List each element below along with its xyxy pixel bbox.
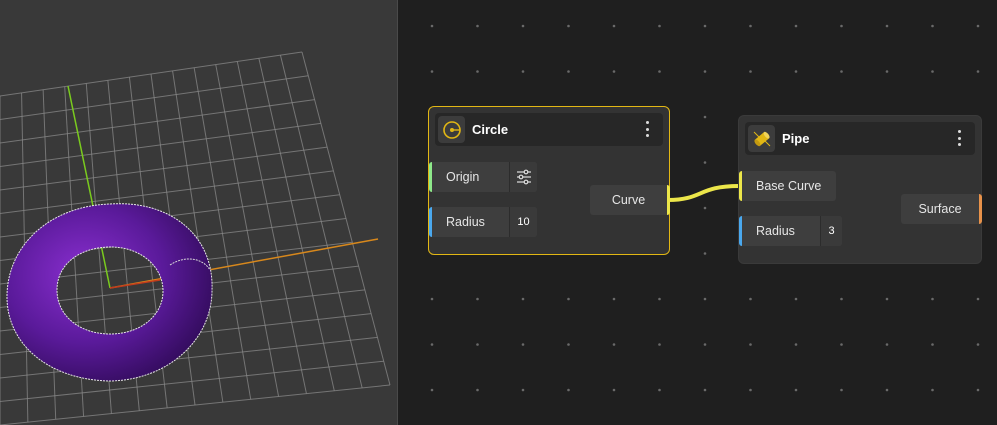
circle-node-title: Circle xyxy=(472,122,509,137)
pipe-icon xyxy=(748,125,775,152)
radius-value-field[interactable]: 10 xyxy=(509,207,537,237)
curve-output-label: Curve xyxy=(611,193,646,207)
grid-line xyxy=(193,67,252,400)
x-axis-negative-line xyxy=(109,279,161,289)
radius-input-label: Radius xyxy=(446,215,485,229)
grid-line xyxy=(0,384,391,425)
pipe-node-menu-button[interactable] xyxy=(953,128,965,148)
pipe-radius-value-field[interactable]: 3 xyxy=(820,216,842,246)
origin-input-port[interactable]: Origin xyxy=(429,162,537,192)
origin-input-label: Origin xyxy=(446,170,480,184)
base-curve-input-port[interactable]: Base Curve xyxy=(739,171,836,201)
grid-line xyxy=(258,58,335,391)
curve-to-base-curve-wire xyxy=(667,184,740,202)
curve-output-port[interactable]: Curve xyxy=(590,185,670,215)
grid-line xyxy=(301,51,391,386)
torus-mesh xyxy=(6,203,213,382)
grid-line xyxy=(236,61,307,394)
radius-input-port[interactable]: Radius 10 xyxy=(429,207,537,237)
grid-line xyxy=(279,55,363,388)
circle-icon xyxy=(438,116,465,143)
base-curve-input-label: Base Curve xyxy=(756,179,822,193)
circle-node-menu-button[interactable] xyxy=(641,119,653,139)
surface-output-label: Surface xyxy=(918,202,962,216)
viewport-scene xyxy=(0,51,391,425)
surface-output-port[interactable]: Surface xyxy=(901,194,982,224)
circle-node[interactable]: Circle Origin Radius 10 Curve xyxy=(428,106,670,255)
3d-viewport[interactable] xyxy=(0,0,397,425)
pipe-node-title: Pipe xyxy=(782,131,810,146)
pipe-node-header[interactable]: Pipe xyxy=(745,122,975,155)
sliders-icon xyxy=(516,169,531,185)
pipe-radius-input-port[interactable]: Radius 3 xyxy=(739,216,842,246)
origin-settings-button[interactable] xyxy=(509,162,537,192)
pipe-node[interactable]: Pipe Base Curve Radius 3 Surface xyxy=(738,115,982,264)
node-editor-canvas[interactable]: Circle Origin Radius 10 Curve Pipe Base … xyxy=(398,0,997,425)
pipe-radius-input-label: Radius xyxy=(756,224,795,238)
grid-line xyxy=(215,64,280,397)
circle-node-header[interactable]: Circle xyxy=(435,113,663,146)
